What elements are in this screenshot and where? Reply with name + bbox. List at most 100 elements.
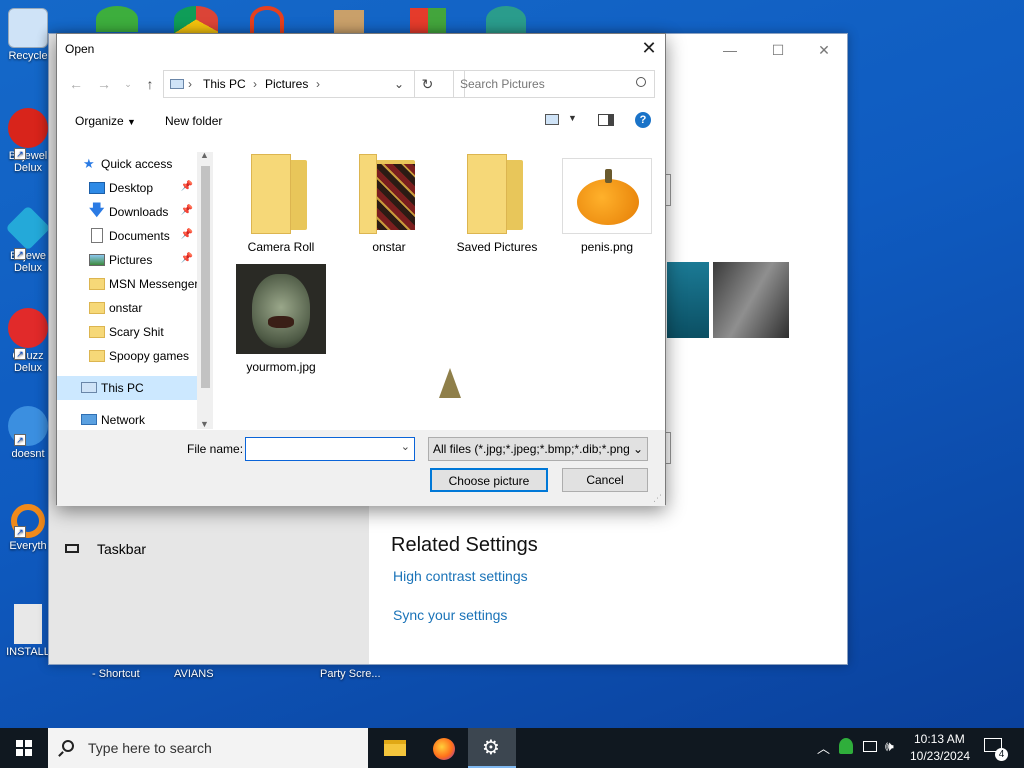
desktop-icon-label: Everyth <box>9 540 47 552</box>
download-arrow-icon: 🡇 <box>89 202 105 219</box>
show-hidden-icons-icon[interactable]: ︿ <box>817 738 830 757</box>
clock-date[interactable]: 10/23/2024 <box>910 749 970 763</box>
volume-icon[interactable]: 🕪 <box>885 738 894 755</box>
resize-grip-icon[interactable]: ⋰ <box>653 493 662 504</box>
organize-menu[interactable]: Organize ▼ <box>75 114 136 128</box>
bejeweled-2-icon <box>8 108 48 148</box>
related-settings-title: Related Settings <box>391 534 538 556</box>
help-icon[interactable]: ? <box>635 112 651 128</box>
taskbar-icon <box>65 544 79 553</box>
search-icon <box>62 740 74 752</box>
file-type-filter[interactable]: All files (*.jpg;*.jpeg;*.bmp;*.dib;*.pn… <box>428 437 648 461</box>
navigation-bar: ← → ⌄ ↑ › This PC › Pictures › ⌄ ↻ <box>57 70 665 98</box>
desktop-icon-msn[interactable] <box>96 6 138 32</box>
pin-icon: 📌 <box>180 229 193 240</box>
recent-chevron-icon[interactable]: ⌄ <box>119 74 137 94</box>
search-input[interactable] <box>460 76 630 92</box>
file-name: yourmom.jpg <box>246 360 316 374</box>
close-button[interactable]: ✕ <box>801 38 847 62</box>
address-bar[interactable]: › This PC › Pictures › ⌄ ↻ <box>163 70 465 98</box>
pumpkin-body <box>577 179 639 225</box>
breadcrumb-pictures[interactable]: Pictures <box>265 77 308 91</box>
pin-icon: 📌 <box>180 181 193 192</box>
view-options-icon[interactable] <box>545 114 559 125</box>
file-item-yourmom-jpg[interactable]: yourmom.jpg <box>229 264 333 374</box>
taskbar-search-placeholder: Type here to search <box>88 740 212 756</box>
scrollbar-thumb[interactable] <box>201 166 210 388</box>
chuzzle-icon <box>8 308 48 348</box>
nav-this-pc[interactable]: This PC <box>57 376 197 400</box>
desktop-icon-app[interactable] <box>250 6 284 33</box>
nav-onstar[interactable]: onstar <box>57 296 197 320</box>
chevron-down-icon[interactable]: ⌄ <box>401 440 410 453</box>
nav-network[interactable]: Network <box>57 408 197 429</box>
file-name: penis.png <box>580 240 634 254</box>
desktop-icon-label: doesnt <box>11 448 45 460</box>
desktop-icon-label: INSTALL <box>6 646 50 658</box>
desktop-icon-label: - Shortcut <box>92 668 140 680</box>
star-icon: ★ <box>83 156 95 171</box>
search-box[interactable] <box>453 70 655 98</box>
close-icon[interactable]: ✕ <box>635 36 663 62</box>
sync-settings-link[interactable]: Sync your settings <box>393 607 507 623</box>
nav-item-label: Documents <box>109 229 170 243</box>
navigation-scrollbar[interactable]: ▲ ▼ <box>197 150 213 429</box>
breadcrumb-this-pc[interactable]: This PC <box>203 77 246 91</box>
taskbar-settings-item[interactable]: Taskbar <box>63 538 363 562</box>
breadcrumb-separator: › <box>188 77 192 91</box>
preview-pane-icon[interactable] <box>598 114 614 126</box>
desktop-icon-label: Party Scre... <box>320 668 381 680</box>
scroll-down-icon[interactable]: ▼ <box>200 419 209 429</box>
dialog-title: Open <box>65 42 95 56</box>
up-arrow-icon[interactable]: ↑ <box>141 74 159 94</box>
nav-pictures[interactable]: Pictures 📌 <box>57 248 197 272</box>
file-item-penis-png[interactable]: penis.png <box>555 158 659 254</box>
desktop-icon-character[interactable] <box>486 6 526 33</box>
user-status-icon[interactable] <box>839 738 853 754</box>
minimize-button[interactable]: — <box>707 38 753 62</box>
maximize-button[interactable]: ☐ <box>755 38 801 62</box>
nav-documents[interactable]: Documents 📌 <box>57 224 197 248</box>
back-arrow-icon[interactable]: ← <box>67 74 85 94</box>
start-button[interactable] <box>0 728 48 768</box>
shortcut-arrow-icon: ↗ <box>14 526 26 538</box>
refresh-icon[interactable]: ↻ <box>414 71 440 97</box>
chevron-down-icon: ⌄ <box>629 438 647 460</box>
nav-msn-messenger[interactable]: MSN Messenger <box>57 272 213 296</box>
network-icon[interactable] <box>863 741 877 752</box>
new-folder-button[interactable]: New folder <box>165 114 222 128</box>
file-item-saved-pictures[interactable]: Saved Pictures <box>445 154 549 254</box>
scroll-up-icon[interactable]: ▲ <box>200 150 209 160</box>
settings-button[interactable]: ⚙ <box>468 728 516 768</box>
desktop-icon-installer[interactable] <box>410 8 446 33</box>
nav-downloads[interactable]: 🡇 Downloads 📌 <box>57 200 197 224</box>
nav-desktop[interactable]: Desktop 📌 <box>57 176 197 200</box>
nav-quick-access[interactable]: ★ Quick access <box>57 152 197 176</box>
image-thumbnail-rock <box>713 262 789 338</box>
chrome-icon[interactable] <box>174 6 218 33</box>
firefox-button[interactable] <box>420 728 468 768</box>
shortcut-arrow-icon: ↗ <box>14 348 26 360</box>
high-contrast-link[interactable]: High contrast settings <box>393 568 528 584</box>
file-name-combobox[interactable]: ⌄ <box>245 437 415 461</box>
choose-picture-button[interactable]: Choose picture <box>430 468 548 492</box>
recycle-bin-icon <box>8 8 48 48</box>
nav-spoopy-games[interactable]: Spoopy games <box>57 344 197 368</box>
desktop-icon-game[interactable] <box>334 10 364 33</box>
windows-logo-icon <box>16 740 32 756</box>
forward-arrow-icon[interactable]: → <box>95 74 113 94</box>
taskbar-search-box[interactable]: Type here to search <box>48 728 368 768</box>
address-dropdown-icon[interactable]: ⌄ <box>388 71 410 97</box>
nav-scary-shit[interactable]: Scary Shit <box>57 320 197 344</box>
clock-time[interactable]: 10:13 AM <box>914 732 965 746</box>
firefox-icon <box>433 738 455 760</box>
cancel-button[interactable]: Cancel <box>562 468 648 492</box>
file-explorer-button[interactable] <box>372 728 420 768</box>
file-type-value: All files (*.jpg;*.jpeg;*.bmp;*.dib;*.pn… <box>433 442 630 456</box>
nav-item-label: Network <box>101 413 146 427</box>
nav-item-label: This PC <box>101 381 144 395</box>
nav-item-label: Scary Shit <box>109 325 164 339</box>
file-item-camera-roll[interactable]: Camera Roll <box>229 154 333 254</box>
view-dropdown-icon[interactable]: ▼ <box>568 113 577 123</box>
file-item-onstar[interactable]: onstar <box>337 154 441 254</box>
